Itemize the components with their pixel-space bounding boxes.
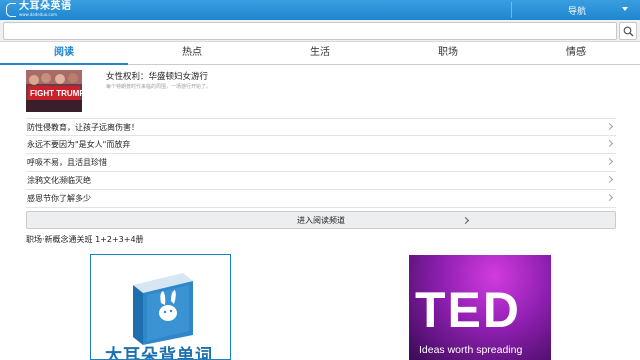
category-tabs: 阅读 热点 生活 职场 情感 [0, 43, 640, 65]
enter-reading-channel-button[interactable]: 进入阅读频道 [26, 211, 616, 229]
site-logo[interactable]: 大耳朵英语 www.dadeduo.com [6, 2, 72, 18]
tab-hot[interactable]: 热点 [128, 43, 256, 64]
svg-text:FIGHT TRUMP: FIGHT TRUMP [30, 89, 82, 98]
caret-down-icon [622, 7, 628, 11]
tab-emotion[interactable]: 情感 [512, 43, 640, 64]
protest-photo-image: FIGHT TRUMP [26, 70, 82, 112]
featured-description: 每个特朗普时代来临的周围，一场游行开始了。 [106, 84, 212, 90]
ted-tagline: Ideas worth spreading [419, 344, 523, 356]
top-bar: 大耳朵英语 www.dadeduo.com 导航 [0, 0, 640, 20]
list-item-label: 感恩节你了解多少 [27, 194, 91, 203]
ted-logo-text: TED [415, 282, 521, 338]
nav-label: 导航 [568, 6, 587, 17]
search-input[interactable] [3, 22, 617, 40]
vocabulary-app-caption: 大耳朵背单词 [105, 346, 213, 360]
list-item[interactable]: 呼吸不易，且活且珍惜 [26, 154, 616, 172]
nav-menu-button[interactable]: 导航 [512, 0, 640, 20]
ear-logo-icon [6, 3, 16, 17]
list-item[interactable]: 防性侵教育，让孩子远离伤害！ [26, 118, 616, 136]
enter-button-label: 进入阅读频道 [297, 216, 345, 225]
chevron-right-icon [605, 157, 614, 166]
featured-thumbnail: FIGHT TRUMP [26, 70, 82, 112]
chevron-right-icon [605, 193, 614, 202]
course-section-title[interactable]: 职场·新概念通关班 1+2+3+4册 [26, 234, 144, 245]
vocabulary-app-card[interactable]: 大耳朵背单词 [90, 254, 231, 360]
featured-title[interactable]: 女性权利：华盛顿妇女游行 [106, 70, 208, 82]
list-item[interactable]: 感恩节你了解多少 [26, 190, 616, 208]
search-icon [623, 26, 634, 37]
list-item-label: 防性侵教育，让孩子远离伤害！ [27, 122, 139, 132]
search-bar [0, 20, 640, 42]
article-list: 防性侵教育，让孩子远离伤害！ 永远不要因为"是女人"而放弃 呼吸不易，且活且珍惜… [26, 118, 616, 208]
logo-name: 大耳朵英语 [19, 1, 72, 12]
list-item-label: 永远不要因为"是女人"而放弃 [27, 140, 131, 149]
chevron-right-icon [605, 122, 614, 131]
search-button[interactable] [619, 22, 637, 40]
logo-url: www.dadeduo.com [19, 12, 57, 17]
ted-card[interactable]: TED Ideas worth spreading [409, 255, 551, 360]
tab-workplace[interactable]: 职场 [384, 43, 512, 64]
tab-life[interactable]: 生活 [256, 43, 384, 64]
list-item[interactable]: 永远不要因为"是女人"而放弃 [26, 136, 616, 154]
list-item-label: 呼吸不易，且活且珍惜 [27, 158, 107, 167]
chevron-right-icon [605, 139, 614, 148]
chevron-right-icon [461, 216, 470, 225]
list-item-label: 涂鸦文化濒临灭绝 [27, 176, 91, 185]
tab-reading[interactable]: 阅读 [0, 43, 128, 65]
list-item[interactable]: 涂鸦文化濒临灭绝 [26, 172, 616, 190]
chevron-right-icon [605, 175, 614, 184]
featured-article[interactable]: FIGHT TRUMP 女性权利：华盛顿妇女游行 每个特朗普时代来临的周围，一场… [26, 70, 616, 114]
